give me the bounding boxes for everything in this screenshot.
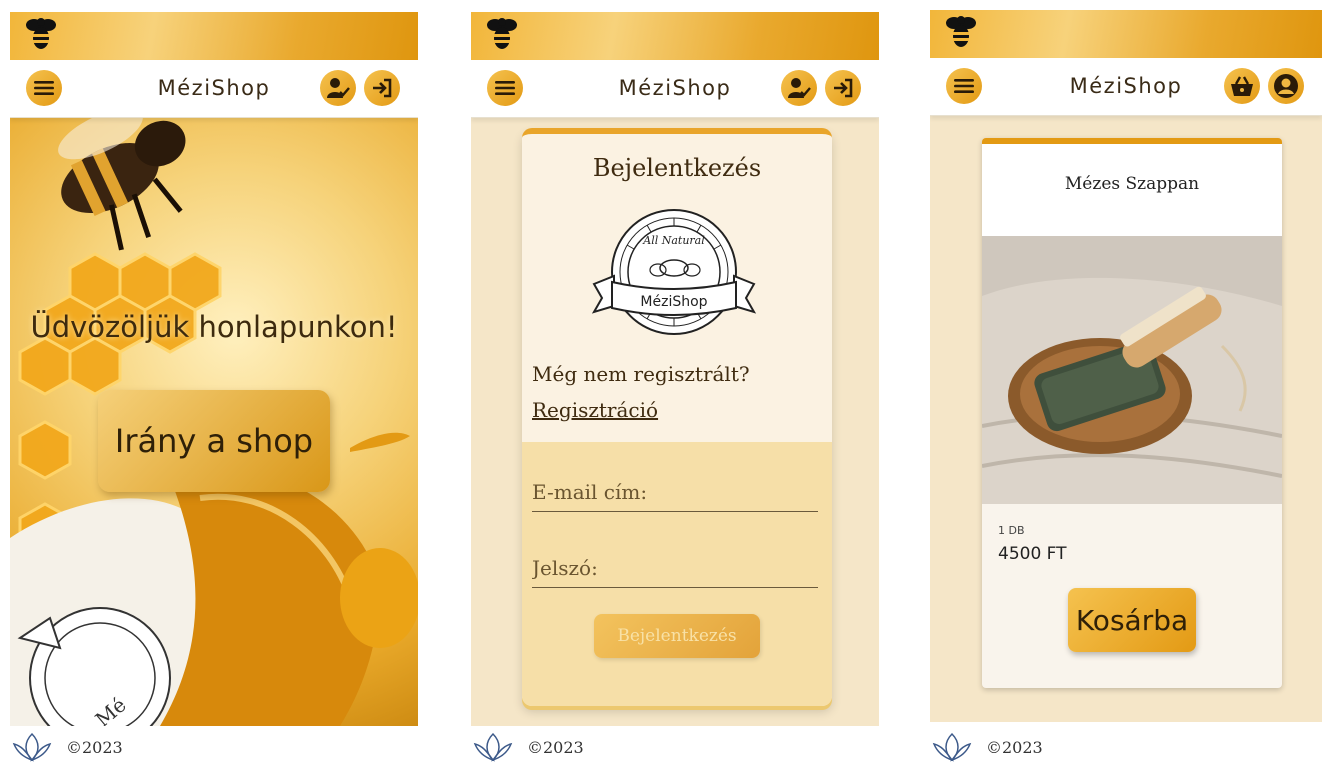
product-card: Mézes Szappan 1 DB 4500 FT Kosárba bbox=[982, 138, 1282, 688]
page-background: Mézes Szappan 1 DB 4500 FT Kosárba bbox=[930, 116, 1322, 722]
cart-button[interactable] bbox=[1224, 68, 1260, 104]
top-banner bbox=[471, 12, 879, 60]
menu-button[interactable] bbox=[26, 70, 62, 106]
hero-banner: Mé Üdvözöljük honlapunkon! Irány a shop bbox=[10, 118, 418, 726]
welcome-heading: Üdvözöljük honlapunkon! bbox=[30, 310, 398, 344]
seal-top-text: All Natural bbox=[642, 234, 705, 247]
footer: ©2023 bbox=[10, 726, 418, 769]
login-title: Bejelentkezés bbox=[592, 154, 762, 182]
home-screen: MéziShop Mé Üdvözöljük honlapunkon! Irán… bbox=[10, 12, 418, 769]
bee-icon bbox=[946, 16, 976, 47]
brand-title: MéziShop bbox=[1069, 74, 1183, 98]
login-form: Bejelentkezés bbox=[522, 442, 832, 706]
seal-brand-text: MéziShop bbox=[640, 294, 707, 310]
add-to-cart-button[interactable]: Kosárba bbox=[1068, 588, 1196, 652]
navbar: MéziShop bbox=[10, 60, 418, 118]
register-button[interactable] bbox=[320, 70, 356, 106]
top-banner bbox=[930, 10, 1322, 58]
basket-icon bbox=[1231, 76, 1253, 96]
register-button[interactable] bbox=[781, 70, 817, 106]
copyright: ©2023 bbox=[986, 738, 1043, 757]
menu-icon bbox=[954, 79, 974, 93]
menu-button[interactable] bbox=[946, 68, 982, 104]
product-screen: MéziShop Mézes Szappan 1 DB 4500 FT Kosá… bbox=[930, 10, 1322, 769]
bee-icon bbox=[487, 18, 517, 49]
login-button[interactable] bbox=[364, 70, 400, 106]
menu-button[interactable] bbox=[487, 70, 523, 106]
go-to-shop-button[interactable]: Irány a shop bbox=[98, 390, 330, 492]
menu-icon bbox=[34, 81, 54, 95]
product-quantity: 1 DB bbox=[998, 524, 1025, 537]
all-natural-seal: All Natural MéziShop bbox=[591, 209, 757, 335]
footer: ©2023 bbox=[471, 726, 879, 769]
login-card: Bejelentkezés All Natural MéziShop Még n… bbox=[522, 128, 832, 706]
login-button[interactable] bbox=[825, 70, 861, 106]
product-price: 4500 FT bbox=[998, 544, 1067, 564]
page-background: Bejelentkezés All Natural MéziShop Még n… bbox=[471, 118, 879, 726]
brand-title: MéziShop bbox=[618, 76, 732, 100]
bee-icon bbox=[26, 18, 56, 49]
product-image bbox=[982, 236, 1282, 504]
lotus-logo bbox=[932, 732, 972, 762]
email-field[interactable] bbox=[532, 472, 818, 512]
login-icon bbox=[373, 78, 392, 98]
user-check-icon bbox=[327, 78, 350, 98]
navbar: MéziShop bbox=[930, 58, 1322, 116]
account-button[interactable] bbox=[1268, 68, 1304, 104]
login-submit-button[interactable]: Bejelentkezés bbox=[594, 614, 760, 658]
user-check-icon bbox=[788, 78, 811, 98]
lotus-logo bbox=[473, 732, 513, 762]
product-header: Mézes Szappan bbox=[982, 144, 1282, 236]
login-icon bbox=[834, 78, 853, 98]
account-icon bbox=[1274, 74, 1298, 98]
copyright: ©2023 bbox=[527, 738, 584, 757]
lotus-logo bbox=[12, 732, 52, 762]
login-screen: MéziShop Bejelentkezés All Natural MéziS… bbox=[471, 12, 879, 769]
navbar: MéziShop bbox=[471, 60, 879, 118]
menu-icon bbox=[495, 81, 515, 95]
brand-title: MéziShop bbox=[157, 76, 271, 100]
copyright: ©2023 bbox=[66, 738, 123, 757]
register-link[interactable]: Regisztráció bbox=[532, 398, 658, 422]
password-field[interactable] bbox=[532, 548, 818, 588]
not-registered-text: Még nem regisztrált? bbox=[532, 362, 750, 386]
footer: ©2023 bbox=[930, 726, 1322, 769]
top-banner bbox=[10, 12, 418, 60]
product-name: Mézes Szappan bbox=[1064, 174, 1200, 194]
